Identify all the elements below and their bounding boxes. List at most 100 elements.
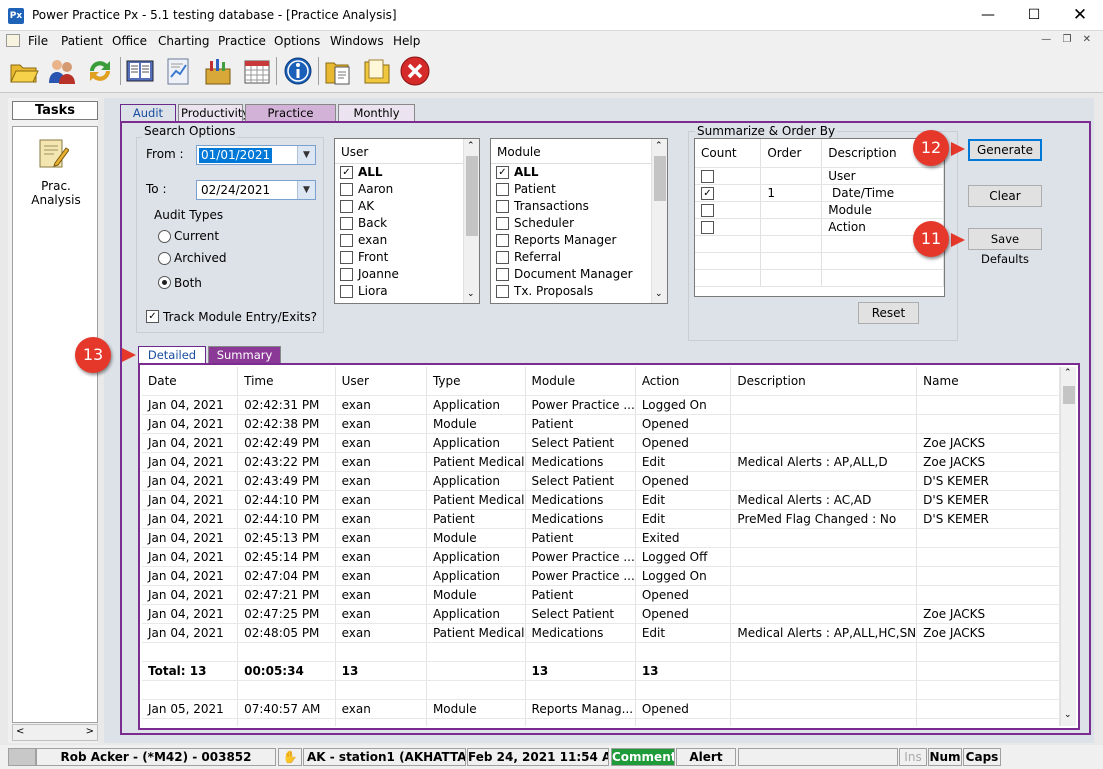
- chevron-down-icon[interactable]: ▼: [297, 146, 315, 164]
- from-date-picker[interactable]: 01/01/2021 ▼: [196, 145, 316, 165]
- checkbox[interactable]: ✓: [496, 166, 509, 179]
- blank-row[interactable]: [142, 680, 1060, 700]
- checkbox[interactable]: ✓: [340, 166, 353, 179]
- tasks-item-practice-analysis[interactable]: Prac. Analysis: [16, 179, 96, 207]
- menu-windows[interactable]: Windows: [330, 34, 384, 48]
- tab-summary-list[interactable]: Summary List: [208, 346, 281, 379]
- table-row[interactable]: Jan 04, 2021 02:42:31 PM exan Application Po…: [142, 395, 1060, 415]
- column-header[interactable]: User: [335, 367, 427, 396]
- module-list-scrollbar[interactable]: ⌃ ⌄: [651, 139, 667, 303]
- table-row[interactable]: Jan 04, 2021 02:42:49 PM exan Application Se…: [142, 433, 1060, 453]
- scroll-down-icon[interactable]: ⌄: [655, 289, 663, 299]
- scroll-up-icon[interactable]: ⌃: [655, 141, 663, 151]
- calendar-icon[interactable]: [241, 55, 273, 87]
- menu-file[interactable]: File: [28, 34, 48, 48]
- status-comment[interactable]: Comment: [611, 748, 675, 766]
- table-row[interactable]: ✓ 1 Date/Time: [695, 184, 944, 202]
- column-header[interactable]: Time: [237, 367, 336, 396]
- menu-charting[interactable]: Charting: [158, 34, 210, 48]
- column-header[interactable]: Name: [916, 367, 1060, 396]
- checkbox[interactable]: [496, 268, 509, 281]
- module-listbox[interactable]: Module ✓ ALL Patient Transactions Schedul…: [490, 138, 668, 304]
- scroll-thumb[interactable]: [1063, 386, 1075, 404]
- scroll-up-icon[interactable]: ⌃: [1064, 368, 1072, 378]
- clear-button[interactable]: Clear: [968, 185, 1042, 207]
- table-row[interactable]: Jan 04, 2021 02:47:25 PM exan Application Se…: [142, 604, 1060, 624]
- menu-options[interactable]: Options: [274, 34, 320, 48]
- checkbox[interactable]: [496, 285, 509, 298]
- close-window-button[interactable]: ✕: [1057, 0, 1103, 31]
- close-red-icon[interactable]: [399, 55, 431, 87]
- table-row[interactable]: Module: [695, 201, 944, 219]
- tools-icon[interactable]: [202, 55, 234, 87]
- checkbox[interactable]: [340, 200, 353, 213]
- track-module-checkbox[interactable]: ✓: [146, 310, 159, 323]
- count-checkbox[interactable]: [701, 169, 714, 183]
- table-row[interactable]: Jan 04, 2021 02:45:13 PM exan Module Patient…: [142, 528, 1060, 548]
- chevron-down-icon[interactable]: ▼: [297, 181, 315, 199]
- radio-archived[interactable]: [158, 252, 171, 265]
- info-icon[interactable]: [282, 55, 314, 87]
- table-row[interactable]: Jan 05, 2021 07:40:57 AM exan Module Reports…: [142, 699, 1060, 719]
- table-row[interactable]: Jan 04, 2021 02:48:05 PM exan Patient Medic…: [142, 623, 1060, 643]
- column-header[interactable]: Module: [525, 367, 636, 396]
- documents-icon[interactable]: [322, 55, 354, 87]
- checkbox[interactable]: [340, 234, 353, 247]
- open-folder-icon[interactable]: [8, 55, 40, 87]
- table-row[interactable]: Jan 04, 2021 02:43:22 PM exan Patient Medic…: [142, 452, 1060, 472]
- total-row[interactable]: Total: 13 00:05:34 13 13 13: [142, 661, 1060, 681]
- column-header[interactable]: Description: [730, 367, 918, 396]
- count-checkbox[interactable]: ✓: [701, 186, 714, 200]
- radio-both[interactable]: [158, 276, 171, 289]
- checkbox[interactable]: [496, 217, 509, 230]
- scroll-up-icon[interactable]: ⌃: [467, 141, 475, 151]
- table-row[interactable]: Jan 04, 2021 02:44:10 PM exan Patient Medic…: [142, 490, 1060, 510]
- folder-icon[interactable]: [361, 55, 393, 87]
- menu-practice[interactable]: Practice: [218, 34, 266, 48]
- minimize-button[interactable]: —: [965, 0, 1011, 31]
- checkbox[interactable]: [496, 234, 509, 247]
- count-checkbox[interactable]: [701, 220, 714, 234]
- blank-row[interactable]: [142, 718, 1060, 726]
- radio-current[interactable]: [158, 230, 171, 243]
- checkbox[interactable]: [496, 200, 509, 213]
- practice-analysis-icon[interactable]: [37, 136, 70, 170]
- checkbox[interactable]: [340, 268, 353, 281]
- menu-office[interactable]: Office: [112, 34, 147, 48]
- book-icon[interactable]: [124, 55, 156, 87]
- patients-icon[interactable]: [46, 55, 78, 87]
- scroll-down-icon[interactable]: ⌄: [1064, 710, 1072, 720]
- tasks-horizontal-scrollbar[interactable]: < >: [12, 724, 98, 741]
- maximize-button[interactable]: ☐: [1011, 0, 1057, 31]
- scroll-thumb[interactable]: [466, 156, 478, 236]
- grid-scrollbar[interactable]: ⌃ ⌄: [1060, 367, 1076, 726]
- table-row[interactable]: Action: [695, 218, 944, 236]
- status-alert[interactable]: Alert: [676, 748, 736, 766]
- scroll-thumb[interactable]: [654, 156, 666, 201]
- table-row[interactable]: Jan 04, 2021 02:45:14 PM exan Application Po…: [142, 547, 1060, 567]
- checkbox[interactable]: [340, 285, 353, 298]
- reset-button[interactable]: Reset: [858, 302, 919, 324]
- column-header[interactable]: Date: [142, 367, 239, 396]
- table-row[interactable]: User: [695, 167, 944, 185]
- user-listbox[interactable]: User ✓ ALL Aaron AK Back exan Front Joann…: [334, 138, 480, 304]
- save-defaults-button[interactable]: Save Defaults: [968, 228, 1042, 266]
- scroll-down-icon[interactable]: ⌄: [467, 289, 475, 299]
- mdi-window-controls[interactable]: — ❐ ✕: [1041, 34, 1095, 45]
- to-date-picker[interactable]: 02/24/2021 ▼: [196, 180, 316, 200]
- count-checkbox[interactable]: [701, 203, 714, 217]
- menu-patient[interactable]: Patient: [61, 34, 103, 48]
- table-row[interactable]: Jan 04, 2021 02:42:38 PM exan Module Patient…: [142, 414, 1060, 434]
- column-header[interactable]: Action: [635, 367, 732, 396]
- table-row[interactable]: Jan 04, 2021 02:47:04 PM exan Application Po…: [142, 566, 1060, 586]
- checkbox[interactable]: [340, 183, 353, 196]
- user-list-scrollbar[interactable]: ⌃ ⌄: [463, 139, 479, 303]
- checkbox[interactable]: [340, 217, 353, 230]
- checkbox[interactable]: [340, 251, 353, 264]
- scroll-left-icon[interactable]: <: [16, 726, 24, 737]
- blank-row[interactable]: [142, 642, 1060, 662]
- refresh-icon[interactable]: [84, 55, 116, 87]
- checkbox[interactable]: [496, 251, 509, 264]
- table-row[interactable]: Jan 04, 2021 02:43:49 PM exan Application Se…: [142, 471, 1060, 491]
- column-header[interactable]: Type: [426, 367, 526, 396]
